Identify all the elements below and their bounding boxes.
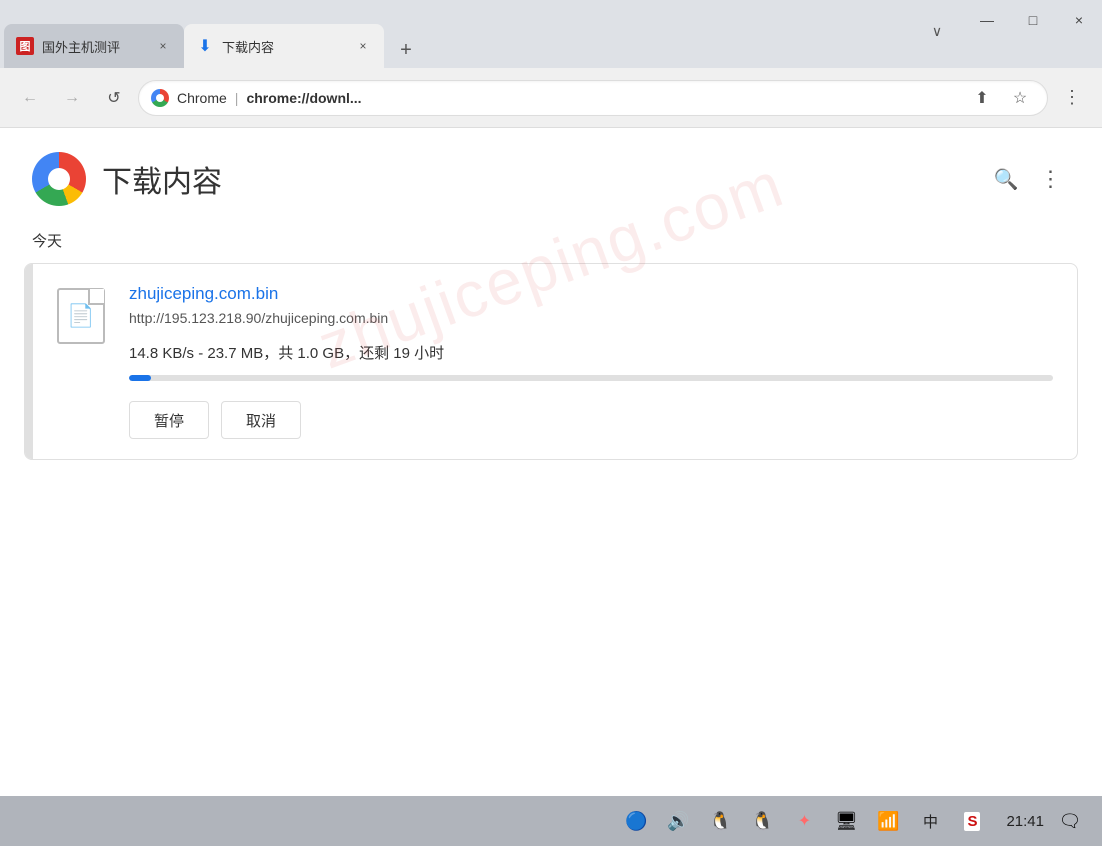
taskbar: 🔵 🔊 🐧 🐧 ✦ 🖥 📶 中 S 21:41 🗨 <box>0 796 1102 846</box>
reload-button[interactable]: ↺ <box>96 80 132 116</box>
url-separator: | <box>235 90 239 106</box>
download-card-inner: 📄 zhujiceping.com.bin http://195.123.218… <box>33 264 1077 459</box>
wifi-icon[interactable]: 📶 <box>872 805 904 837</box>
tab-inactive[interactable]: 图 国外主机测评 × <box>4 24 184 68</box>
tab-overflow-button[interactable]: ∨ <box>922 16 952 46</box>
download-card-border <box>25 264 33 459</box>
more-icon: ⋮ <box>1040 166 1061 192</box>
window-controls: — □ × <box>964 0 1102 40</box>
search-button[interactable]: 🔍 <box>986 159 1026 199</box>
tab-active[interactable]: ⬇ 下载内容 × <box>184 24 384 68</box>
volume-icon[interactable]: 🔊 <box>662 805 694 837</box>
ime-symbol: S <box>964 812 980 831</box>
site-name: Chrome <box>177 90 227 106</box>
taskbar-clock: 21:41 <box>1006 813 1044 830</box>
lang-symbol: 中 <box>923 811 938 832</box>
download-filename[interactable]: zhujiceping.com.bin <box>129 284 1053 304</box>
screen-symbol: 🖥 <box>835 811 858 832</box>
download-card: 📄 zhujiceping.com.bin http://195.123.218… <box>24 263 1078 460</box>
cancel-button[interactable]: 取消 <box>221 401 301 439</box>
progress-bar-container <box>129 375 1053 381</box>
notification-button[interactable]: 🗨 <box>1054 805 1086 837</box>
navigation-bar: ← → ↺ Chrome | chrome://downl... ⬆ ☆ ⋮ <box>0 68 1102 128</box>
pause-button[interactable]: 暂停 <box>129 401 209 439</box>
back-button[interactable]: ← <box>12 80 48 116</box>
wifi-symbol: 📶 <box>877 811 899 832</box>
today-label: 今天 <box>0 222 1102 263</box>
notification-icon: 🗨 <box>1059 811 1082 832</box>
bluetooth-icon[interactable]: 🔵 <box>620 805 652 837</box>
more-options-button[interactable]: ⋮ <box>1030 159 1070 199</box>
url-display: chrome://downl... <box>246 90 959 106</box>
bluetooth-symbol: 🔵 <box>625 811 647 832</box>
tab-inactive-favicon: 图 <box>16 37 34 55</box>
tab-active-favicon: ⬇ <box>196 37 214 55</box>
download-actions: 暂停 取消 <box>129 401 1053 439</box>
figma-icon[interactable]: ✦ <box>788 805 820 837</box>
file-icon-symbol: 📄 <box>67 303 94 329</box>
file-icon: 📄 <box>57 288 105 344</box>
bookmark-button[interactable]: ☆ <box>1005 83 1035 113</box>
figma-symbol: ✦ <box>798 811 811 831</box>
close-button[interactable]: × <box>1056 0 1102 40</box>
qq2-icon[interactable]: 🐧 <box>746 805 778 837</box>
page-header-right: 🔍 ⋮ <box>986 159 1070 199</box>
download-info: zhujiceping.com.bin http://195.123.218.9… <box>129 284 1053 439</box>
chrome-logo <box>32 152 86 206</box>
screen-icon[interactable]: 🖥 <box>830 805 862 837</box>
page-header: 下载内容 🔍 ⋮ <box>0 128 1102 222</box>
share-button[interactable]: ⬆ <box>967 83 997 113</box>
nav-more-button[interactable]: ⋮ <box>1054 80 1090 116</box>
volume-symbol: 🔊 <box>667 811 689 832</box>
tab-inactive-label: 国外主机测评 <box>42 37 146 56</box>
restore-button[interactable]: □ <box>1010 0 1056 40</box>
ime-icon[interactable]: S <box>956 805 988 837</box>
title-bar: 图 国外主机测评 × ⬇ 下载内容 × + ∨ — □ × <box>0 0 1102 68</box>
chrome-site-icon <box>151 89 169 107</box>
qq1-icon[interactable]: 🐧 <box>704 805 736 837</box>
page-header-left: 下载内容 <box>32 152 222 206</box>
progress-bar-fill <box>129 375 151 381</box>
forward-button[interactable]: → <box>54 80 90 116</box>
minimize-button[interactable]: — <box>964 0 1010 40</box>
download-status: 14.8 KB/s - 23.7 MB，共 1.0 GB，还剩 19 小时 <box>129 342 1053 363</box>
lang-icon[interactable]: 中 <box>914 805 946 837</box>
tab-active-label: 下载内容 <box>222 37 346 56</box>
search-icon: 🔍 <box>994 167 1019 192</box>
address-bar[interactable]: Chrome | chrome://downl... ⬆ ☆ <box>138 80 1048 116</box>
download-url: http://195.123.218.90/zhujiceping.com.bi… <box>129 310 1053 326</box>
page-title: 下载内容 <box>102 157 222 201</box>
main-content: 下载内容 🔍 ⋮ zhujiceping.com 今天 📄 zhujicepin… <box>0 128 1102 796</box>
new-tab-button[interactable]: + <box>388 32 424 68</box>
qq1-symbol: 🐧 <box>709 811 731 832</box>
tab-active-close[interactable]: × <box>354 37 372 55</box>
tab-inactive-close[interactable]: × <box>154 37 172 55</box>
qq2-symbol: 🐧 <box>751 811 773 832</box>
